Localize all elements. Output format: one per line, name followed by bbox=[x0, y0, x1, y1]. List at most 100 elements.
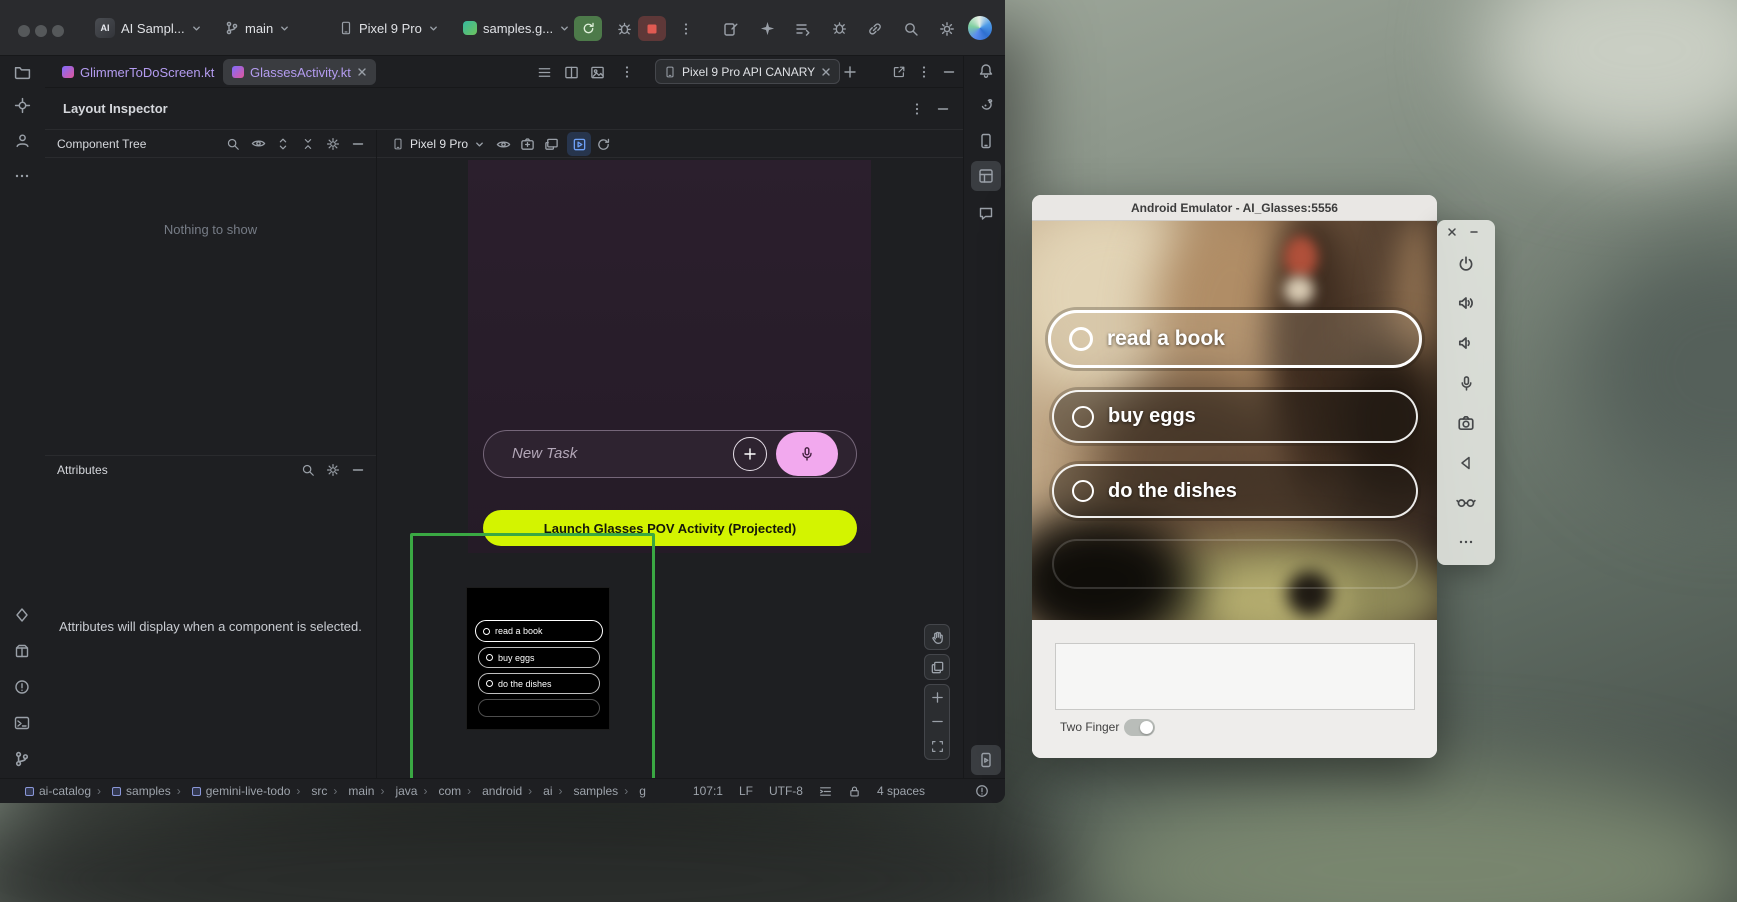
problems-icon[interactable] bbox=[7, 672, 37, 702]
settings-gear-icon[interactable] bbox=[933, 16, 961, 41]
layout-inspector-icon[interactable] bbox=[971, 161, 1001, 191]
breadcrumb-item[interactable]: ai-catalog bbox=[25, 784, 91, 798]
breadcrumb-item[interactable]: main bbox=[327, 784, 374, 798]
debug-button[interactable] bbox=[610, 16, 638, 41]
hide-tree-icon[interactable] bbox=[346, 132, 370, 156]
app-insights-icon[interactable] bbox=[971, 198, 1001, 228]
close-toolbar-icon[interactable] bbox=[1447, 227, 1457, 237]
tree-search-icon[interactable] bbox=[221, 132, 245, 156]
snapshot-icon[interactable] bbox=[515, 132, 539, 156]
logcat-icon[interactable] bbox=[789, 16, 817, 41]
layers-icon[interactable] bbox=[924, 654, 950, 680]
tree-gear-icon[interactable] bbox=[321, 132, 345, 156]
inspector-kebab-icon[interactable] bbox=[905, 97, 929, 121]
todo-item-selected[interactable]: read a book bbox=[1048, 310, 1422, 368]
radio-circle-icon[interactable] bbox=[1072, 480, 1094, 502]
hide-device-panel-icon[interactable] bbox=[937, 61, 961, 83]
breadcrumb-item[interactable]: samples bbox=[553, 784, 619, 798]
indent-size[interactable]: 4 spaces bbox=[877, 784, 925, 798]
more-options-icon[interactable] bbox=[1451, 527, 1481, 557]
build-package-icon[interactable] bbox=[7, 636, 37, 666]
refresh-icon[interactable] bbox=[591, 132, 615, 156]
render-canvas[interactable]: New Task Launch Glasses POV Activity (Pr… bbox=[377, 158, 963, 778]
volume-up-icon[interactable] bbox=[1451, 288, 1481, 318]
tree-visibility-icon[interactable] bbox=[246, 132, 270, 156]
glasses-icon[interactable] bbox=[1451, 487, 1481, 517]
pull-requests-icon[interactable] bbox=[7, 125, 37, 155]
power-icon[interactable] bbox=[1451, 249, 1481, 279]
zoom-in-icon[interactable] bbox=[931, 691, 944, 704]
split-view-icon[interactable] bbox=[559, 61, 583, 83]
running-devices-icon[interactable] bbox=[971, 745, 1001, 775]
emulator-title-bar[interactable]: Android Emulator - AI_Glasses:5556 bbox=[1032, 195, 1437, 221]
breadcrumb-item[interactable]: gemini-live-todo bbox=[171, 784, 291, 798]
camera-icon[interactable] bbox=[1451, 408, 1481, 438]
preview-view-icon[interactable] bbox=[585, 61, 609, 83]
rerun-button[interactable] bbox=[574, 16, 602, 41]
emulator-camera-scene[interactable]: read a book buy eggs do the dishes bbox=[1032, 221, 1437, 620]
gemini-sparkle-icon[interactable] bbox=[753, 16, 781, 41]
breadcrumb-item[interactable]: g bbox=[618, 784, 646, 798]
todo-item[interactable]: buy eggs bbox=[1052, 390, 1418, 443]
terminal-icon[interactable] bbox=[7, 708, 37, 738]
lock-icon[interactable] bbox=[848, 785, 861, 798]
inspector-device-selector[interactable]: Pixel 9 Pro bbox=[385, 132, 492, 156]
device-manager-icon[interactable] bbox=[971, 126, 1001, 156]
collapse-all-icon[interactable] bbox=[296, 132, 320, 156]
device-pair-icon[interactable] bbox=[861, 16, 889, 41]
radio-circle-icon[interactable] bbox=[1072, 406, 1094, 428]
back-icon[interactable] bbox=[1451, 448, 1481, 478]
project-selector[interactable]: AI AI Sampl... bbox=[88, 14, 209, 42]
indent-icon[interactable] bbox=[819, 785, 832, 798]
project-folder-icon[interactable] bbox=[7, 57, 37, 87]
run-more-kebab-icon[interactable] bbox=[672, 16, 700, 41]
zoom-out-icon[interactable] bbox=[931, 715, 944, 728]
attributes-gear-icon[interactable] bbox=[321, 458, 345, 482]
radio-circle-icon[interactable] bbox=[1069, 327, 1093, 351]
search-icon[interactable] bbox=[897, 16, 925, 41]
minimize-toolbar-icon[interactable] bbox=[1469, 227, 1479, 237]
editor-list-view-icon[interactable] bbox=[532, 61, 556, 83]
live-updates-toggle-icon[interactable] bbox=[567, 132, 591, 156]
window-zoom-button[interactable] bbox=[52, 25, 64, 37]
window-minimize-button[interactable] bbox=[35, 25, 47, 37]
window-close-button[interactable] bbox=[18, 25, 30, 37]
emulator-text-input[interactable] bbox=[1055, 643, 1415, 710]
breadcrumb-item[interactable]: com bbox=[417, 784, 461, 798]
file-encoding[interactable]: UTF-8 bbox=[769, 784, 803, 798]
breadcrumb-item[interactable]: android bbox=[461, 784, 522, 798]
version-control-icon[interactable] bbox=[7, 744, 37, 774]
hide-attributes-icon[interactable] bbox=[346, 458, 370, 482]
todo-item[interactable]: do the dishes bbox=[1052, 464, 1418, 518]
profile-globe-icon[interactable] bbox=[968, 16, 992, 40]
profiler-bug-icon[interactable] bbox=[825, 16, 853, 41]
stylus-icon[interactable] bbox=[717, 16, 745, 41]
notifications-bell-icon[interactable] bbox=[971, 56, 1001, 86]
stop-button[interactable] bbox=[638, 16, 666, 41]
device-kebab-icon[interactable] bbox=[912, 61, 936, 83]
two-finger-toggle[interactable] bbox=[1124, 719, 1155, 736]
line-separator[interactable]: LF bbox=[739, 784, 753, 798]
caret-position[interactable]: 107:1 bbox=[693, 784, 723, 798]
more-tool-windows-icon[interactable] bbox=[7, 161, 37, 191]
add-device-icon[interactable] bbox=[838, 61, 862, 83]
gradle-icon[interactable] bbox=[971, 90, 1001, 120]
open-in-window-icon[interactable] bbox=[887, 61, 911, 83]
commit-icon[interactable] bbox=[7, 90, 37, 120]
tab-glimmertodoscreen[interactable]: GlimmerToDoScreen.kt bbox=[53, 59, 223, 85]
volume-down-icon[interactable] bbox=[1451, 328, 1481, 358]
close-device-tab-icon[interactable] bbox=[821, 67, 831, 77]
editor-kebab-icon[interactable] bbox=[615, 61, 639, 83]
breadcrumb-item[interactable]: src bbox=[290, 784, 327, 798]
expand-all-icon[interactable] bbox=[271, 132, 295, 156]
branch-selector[interactable]: main bbox=[218, 14, 297, 42]
close-tab-icon[interactable] bbox=[357, 67, 367, 77]
target-device-selector[interactable]: Pixel 9 Pro bbox=[332, 14, 446, 42]
run-configuration-selector[interactable]: samples.g... bbox=[456, 14, 577, 42]
running-device-tab[interactable]: Pixel 9 Pro API CANARY bbox=[655, 59, 840, 84]
pan-hand-icon[interactable] bbox=[924, 624, 950, 650]
attributes-search-icon[interactable] bbox=[296, 458, 320, 482]
snapshot-multi-icon[interactable] bbox=[539, 132, 563, 156]
breadcrumb-item[interactable]: java bbox=[374, 784, 417, 798]
add-task-button[interactable] bbox=[733, 437, 767, 471]
